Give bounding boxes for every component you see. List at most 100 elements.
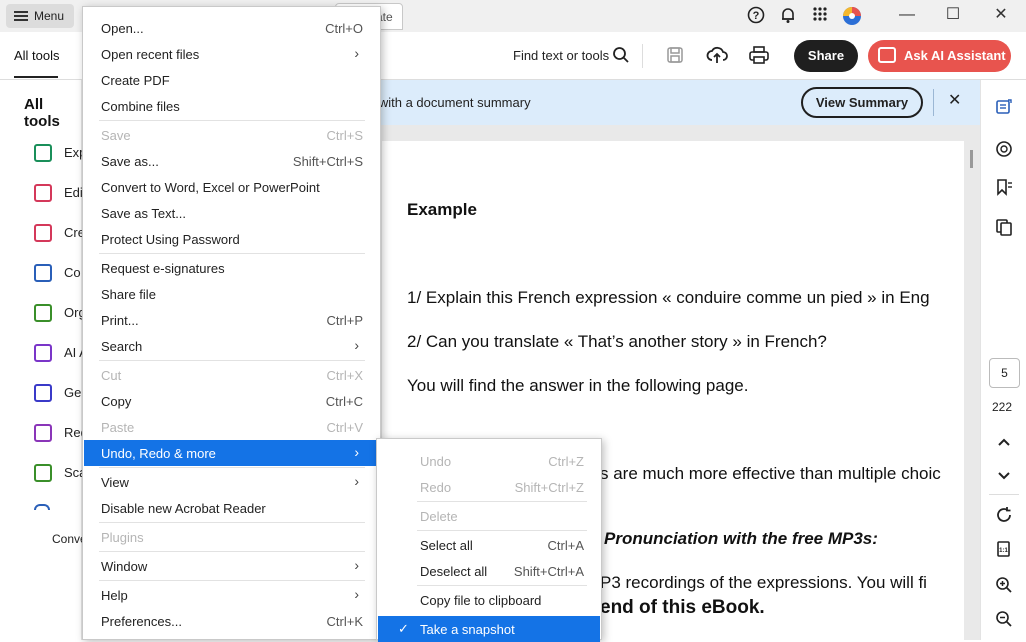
tool-create-pdf[interactable]: Cre — [34, 222, 85, 246]
menu-item-label: Paste — [101, 420, 135, 435]
ask-ai-assistant-button[interactable]: Ask AI Assistant — [868, 40, 1011, 72]
menu-item-search[interactable]: Search › — [84, 333, 379, 359]
menu-item-label: Print... — [101, 313, 139, 328]
menu-item-shortcut: Ctrl+S — [326, 128, 363, 143]
menu-item-label: Combine files — [101, 99, 180, 114]
menu-item-label: View — [101, 475, 129, 490]
document-heading: Example — [407, 200, 477, 219]
checkmark-icon: ✓ — [398, 621, 409, 636]
submenu-item-deselect-all[interactable]: Deselect all Shift+Ctrl+A — [378, 558, 600, 584]
submenu-item-label: Undo — [420, 454, 452, 469]
undo-redo-submenu: Undo Ctrl+Z Redo Shift+Ctrl+Z Delete Sel… — [376, 438, 602, 642]
document-line: end of this eBook. — [600, 597, 765, 618]
chevron-down-icon[interactable] — [995, 468, 1013, 486]
submenu-item-redo[interactable]: Redo Shift+Ctrl+Z — [378, 474, 600, 500]
print-icon[interactable] — [749, 46, 769, 67]
tool-scan-ocr[interactable]: Sca — [34, 462, 86, 486]
menu-item-save[interactable]: Save Ctrl+S — [84, 122, 379, 148]
tool-export-pdf[interactable]: Exp — [34, 142, 86, 166]
view-summary-button[interactable]: View Summary — [801, 87, 923, 118]
menu-item-preferences[interactable]: Preferences... Ctrl+K — [84, 608, 379, 634]
menu-item-disable-new-reader[interactable]: Disable new Acrobat Reader — [84, 495, 379, 521]
menu-item-label: Preferences... — [101, 614, 182, 629]
page-number-input[interactable]: 5 — [989, 358, 1020, 388]
document-subheading: Pronunciation with the free MP3s: — [604, 529, 878, 548]
close-window-button[interactable]: ✕ — [978, 0, 1024, 32]
menu-item-cut[interactable]: Cut Ctrl+X — [84, 362, 379, 388]
svg-text:1:1: 1:1 — [999, 548, 1008, 554]
menu-item-convert[interactable]: Convert to Word, Excel or PowerPoint — [84, 174, 379, 200]
scrollbar-thumb[interactable] — [970, 150, 973, 168]
menu-item-open-recent-files[interactable]: Open recent files › — [84, 41, 379, 67]
ai-assistant-icon — [34, 344, 52, 362]
banner-text: e with a document summary — [368, 95, 531, 110]
apps-grid-icon[interactable] — [810, 6, 830, 26]
tool-redact[interactable]: Red — [34, 422, 88, 446]
comment-icon[interactable] — [995, 140, 1013, 158]
edit-pdf-icon — [34, 184, 52, 202]
rotate-icon[interactable] — [995, 506, 1013, 524]
submenu-separator — [417, 501, 587, 502]
ai-assistant-icon — [878, 47, 896, 63]
menu-item-shortcut: Ctrl+C — [325, 394, 363, 409]
menu-item-help[interactable]: Help › — [84, 582, 379, 608]
menu-item-request-esignatures[interactable]: Request e-signatures — [84, 255, 379, 281]
find-text-or-tools[interactable]: Find text or tools — [513, 48, 609, 63]
submenu-item-select-all[interactable]: Select all Ctrl+A — [378, 532, 600, 558]
menu-item-protect-password[interactable]: Protect Using Password — [84, 226, 379, 252]
maximize-button[interactable]: ☐ — [930, 0, 976, 32]
bookmark-icon[interactable] — [995, 178, 1013, 196]
menu-item-view[interactable]: View › — [84, 469, 379, 495]
protect-icon[interactable] — [34, 504, 50, 510]
comment-tool-icon[interactable] — [995, 98, 1013, 116]
menu-button[interactable]: Menu — [6, 4, 74, 28]
hamburger-icon — [14, 11, 28, 21]
share-button[interactable]: Share — [794, 40, 858, 72]
chevron-up-icon[interactable] — [995, 434, 1013, 452]
cloud-upload-icon[interactable] — [706, 45, 728, 68]
menu-item-undo-redo-more[interactable]: Undo, Redo & more › — [84, 440, 379, 466]
tool-edit-pdf[interactable]: Edi — [34, 182, 83, 206]
submenu-item-shortcut: Shift+Ctrl+A — [513, 564, 584, 579]
chevron-right-icon: › — [354, 557, 359, 573]
submenu-separator — [417, 585, 587, 586]
menu-item-save-as[interactable]: Save as... Shift+Ctrl+S — [84, 148, 379, 174]
copy-pages-icon[interactable] — [995, 218, 1013, 236]
zoom-out-icon[interactable] — [995, 610, 1013, 628]
menu-item-share-file[interactable]: Share file — [84, 281, 379, 307]
menu-item-print[interactable]: Print... Ctrl+P — [84, 307, 379, 333]
submenu-item-delete[interactable]: Delete — [378, 503, 600, 529]
menu-item-label: Save as Text... — [101, 206, 187, 221]
chevron-right-icon: › — [354, 337, 359, 353]
menu-item-paste[interactable]: Paste Ctrl+V — [84, 414, 379, 440]
menu-separator — [99, 253, 365, 254]
search-icon[interactable] — [612, 46, 630, 67]
menu-button-label: Menu — [34, 9, 65, 23]
submenu-item-copy-file-clipboard[interactable]: Copy file to clipboard — [378, 587, 600, 613]
menu-item-open[interactable]: Open... Ctrl+O — [84, 15, 379, 41]
tool-organize-pages[interactable]: Org — [34, 302, 86, 326]
menu-item-combine-files[interactable]: Combine files — [84, 93, 379, 119]
avatar[interactable] — [842, 6, 862, 26]
tool-ai-assistant[interactable]: AI A — [34, 342, 88, 366]
tool-combine-files[interactable]: Co — [34, 262, 82, 286]
submenu-item-take-snapshot[interactable]: ✓ Take a snapshot — [378, 616, 600, 642]
save-icon[interactable] — [666, 46, 684, 67]
menu-item-copy[interactable]: Copy Ctrl+C — [84, 388, 379, 414]
menu-item-window[interactable]: Window › — [84, 553, 379, 579]
help-icon[interactable]: ? — [746, 6, 766, 26]
minimize-button[interactable]: — — [884, 0, 930, 32]
chevron-right-icon: › — [354, 586, 359, 602]
submenu-item-undo[interactable]: Undo Ctrl+Z — [378, 448, 600, 474]
menu-item-save-as-text[interactable]: Save as Text... — [84, 200, 379, 226]
bell-icon[interactable] — [778, 6, 798, 26]
zoom-in-icon[interactable] — [995, 576, 1013, 594]
tab-all-tools[interactable]: All tools — [14, 48, 60, 63]
submenu-item-shortcut: Ctrl+Z — [548, 454, 584, 469]
menu-item-label: Protect Using Password — [101, 232, 240, 247]
fit-page-icon[interactable]: 1:1 — [995, 540, 1013, 558]
tool-generative-summary[interactable]: Ge — [34, 382, 82, 406]
menu-item-create-pdf[interactable]: Create PDF — [84, 67, 379, 93]
menu-item-plugins[interactable]: Plugins — [84, 524, 379, 550]
close-icon[interactable]: ✕ — [948, 90, 961, 110]
